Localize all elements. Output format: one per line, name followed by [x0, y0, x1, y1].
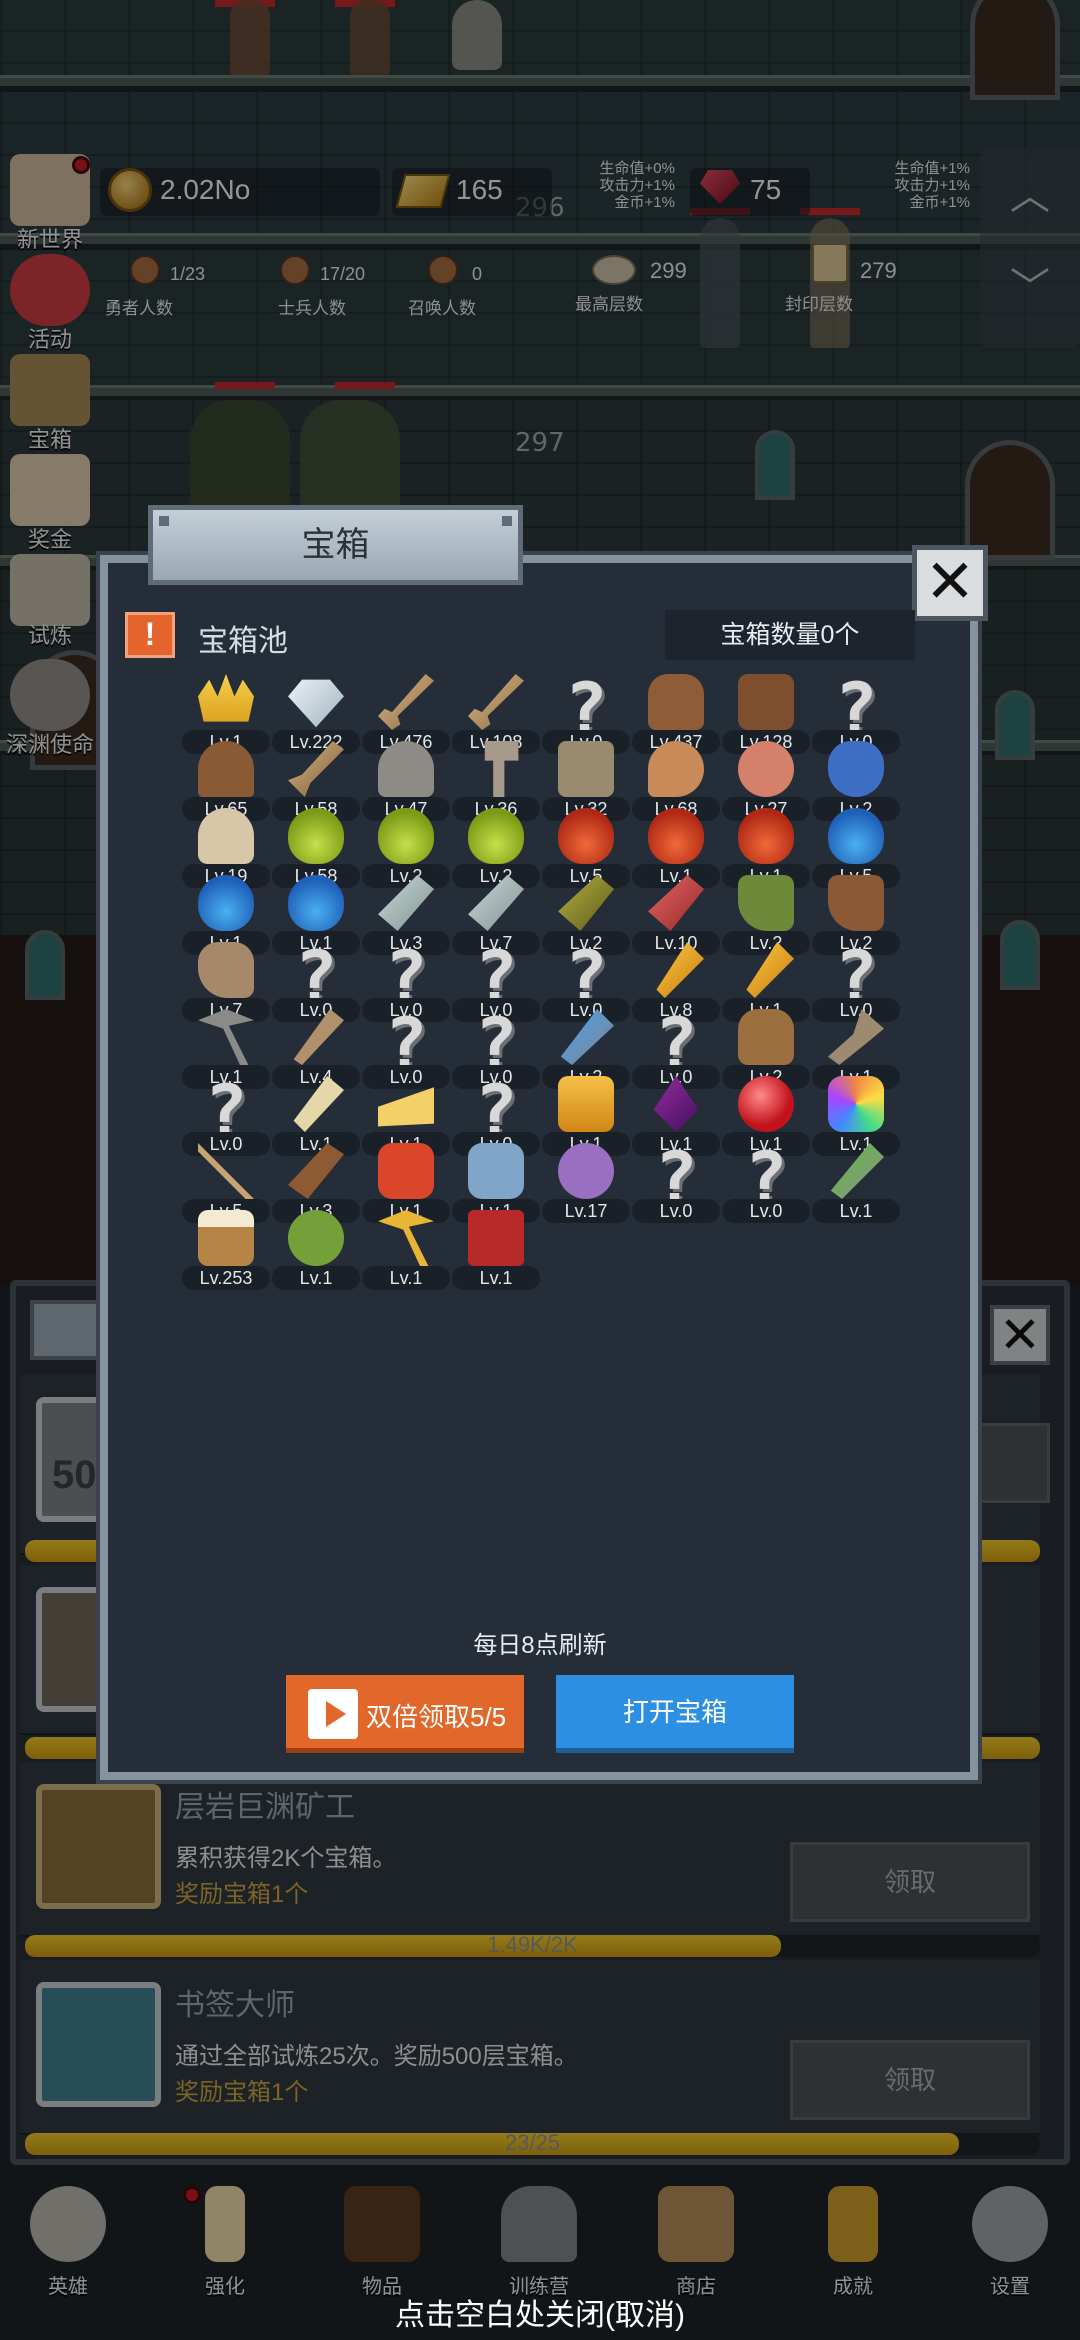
- fire-gauntlet-icon: [378, 1143, 434, 1199]
- double-claim-button[interactable]: 双倍领取5/5: [286, 1675, 524, 1753]
- chest-pool-item[interactable]: Lv.253: [182, 1210, 272, 1316]
- unknown-item-icon: ?: [384, 935, 428, 1019]
- boot-icon: [828, 875, 884, 931]
- unknown-item-icon: ?: [834, 667, 878, 751]
- diamond-icon: [288, 679, 344, 728]
- torch-icon: [746, 942, 794, 998]
- chest-pool-item[interactable]: Lv.1: [452, 1210, 542, 1316]
- vial-grey-icon: [468, 875, 524, 931]
- potion-red-icon: [648, 808, 704, 864]
- potion-yellow-icon: [378, 808, 434, 864]
- tentacle-icon: [558, 1143, 614, 1199]
- potion-blue-icon: [828, 808, 884, 864]
- bottle-red-icon: [648, 875, 704, 931]
- wand-blue-icon: [560, 1009, 614, 1065]
- item-level: Lv.1: [452, 1266, 540, 1290]
- ice-gauntlet-icon: [468, 1143, 524, 1199]
- potion-red-icon: [738, 808, 794, 864]
- chest-pool-title: 宝箱池: [198, 625, 288, 658]
- double-claim-label: 双倍领取5/5: [366, 1702, 507, 1732]
- vine-icon: [288, 1210, 344, 1266]
- unknown-item-icon: ?: [474, 935, 518, 1019]
- item-level: Lv.1: [362, 1266, 450, 1290]
- chest-pool-item[interactable]: Lv.1: [362, 1210, 452, 1316]
- knight-helmet-icon: [378, 741, 434, 797]
- chest-pool-item[interactable]: Lv.17: [542, 1143, 632, 1249]
- alert-icon: !: [125, 612, 175, 658]
- unknown-item-icon: ?: [294, 935, 338, 1019]
- unknown-item-icon: ?: [834, 935, 878, 1019]
- item-level: Lv.1: [272, 1266, 360, 1290]
- bow-icon: [198, 1143, 254, 1199]
- shovel-icon: [828, 1009, 884, 1065]
- crown-icon: [198, 674, 254, 722]
- sack-icon: [828, 741, 884, 797]
- rainbow-gem-icon: [828, 1076, 884, 1132]
- sword-icon: [378, 674, 434, 730]
- item-level: Lv.0: [722, 1199, 810, 1223]
- close-button[interactable]: ✕: [912, 545, 988, 621]
- backpack-icon: [738, 1009, 794, 1065]
- bottle-olive-icon: [558, 875, 614, 931]
- potion-blue-icon: [198, 875, 254, 931]
- bread-icon: [198, 808, 254, 864]
- unknown-item-icon: ?: [564, 935, 608, 1019]
- sword-icon: [468, 674, 524, 730]
- chest-pool-item[interactable]: Lv.1: [272, 1210, 362, 1316]
- shoe-icon: [198, 942, 254, 998]
- cheese-icon: [378, 1087, 434, 1127]
- refresh-note: 每日8点刷新: [473, 1632, 607, 1659]
- dark-crystal-icon: [653, 1076, 699, 1132]
- potion-red-icon: [558, 808, 614, 864]
- leather-vest-icon: [738, 674, 794, 730]
- pickaxe-icon: [198, 1009, 254, 1065]
- great-helm-icon: [558, 741, 614, 797]
- unknown-item-icon: ?: [474, 1069, 518, 1153]
- golden-pickaxe-icon: [378, 1210, 434, 1266]
- honey-jar-icon: [558, 1076, 614, 1132]
- steak-icon: [738, 741, 794, 797]
- item-level: Lv.0: [632, 1199, 720, 1223]
- unknown-item-icon: ?: [654, 1002, 698, 1086]
- leather-helmet-icon: [198, 741, 254, 797]
- dagger-icon: [288, 741, 344, 797]
- winged-boot-icon: [738, 875, 794, 931]
- beer-mug-icon: [198, 1210, 254, 1266]
- modal-title: 宝箱: [148, 505, 523, 585]
- chest-pool-item[interactable]: ?Lv.0: [722, 1142, 812, 1249]
- bone-club-icon: [293, 1076, 344, 1132]
- video-play-icon: [308, 1689, 358, 1739]
- potion-blue-icon: [288, 875, 344, 931]
- torch-icon: [656, 942, 704, 998]
- unknown-item-icon: ?: [564, 667, 608, 751]
- unknown-item-icon: ?: [204, 1069, 248, 1153]
- item-level: Lv.1: [812, 1199, 900, 1223]
- chest-pool-item[interactable]: ?Lv.0: [632, 1142, 722, 1249]
- chest-count-badge: 宝箱数量0个: [665, 610, 915, 660]
- item-level: Lv.17: [542, 1199, 630, 1223]
- quiver-icon: [288, 1143, 344, 1199]
- staff-icon: [293, 1009, 344, 1065]
- unknown-item-icon: ?: [744, 1136, 788, 1220]
- green-scepter-icon: [830, 1143, 884, 1199]
- red-orb-icon: [738, 1076, 794, 1132]
- leather-armor-icon: [648, 674, 704, 730]
- unknown-item-icon: ?: [474, 1002, 518, 1086]
- dismiss-hint[interactable]: 点击空白处关闭(取消): [0, 2290, 1080, 2334]
- chest-pool-item[interactable]: Lv.1: [812, 1143, 902, 1249]
- unknown-item-icon: ?: [384, 1002, 428, 1086]
- item-level: Lv.253: [182, 1266, 270, 1290]
- hammer-icon: [484, 741, 519, 797]
- potion-yellow-icon: [288, 808, 344, 864]
- vial-grey-icon: [378, 875, 434, 931]
- unknown-item-icon: ?: [654, 1136, 698, 1220]
- meat-leg-icon: [648, 741, 704, 797]
- potion-yellow-icon: [468, 808, 524, 864]
- open-chest-button[interactable]: 打开宝箱: [556, 1675, 794, 1753]
- red-book-icon: [468, 1210, 524, 1266]
